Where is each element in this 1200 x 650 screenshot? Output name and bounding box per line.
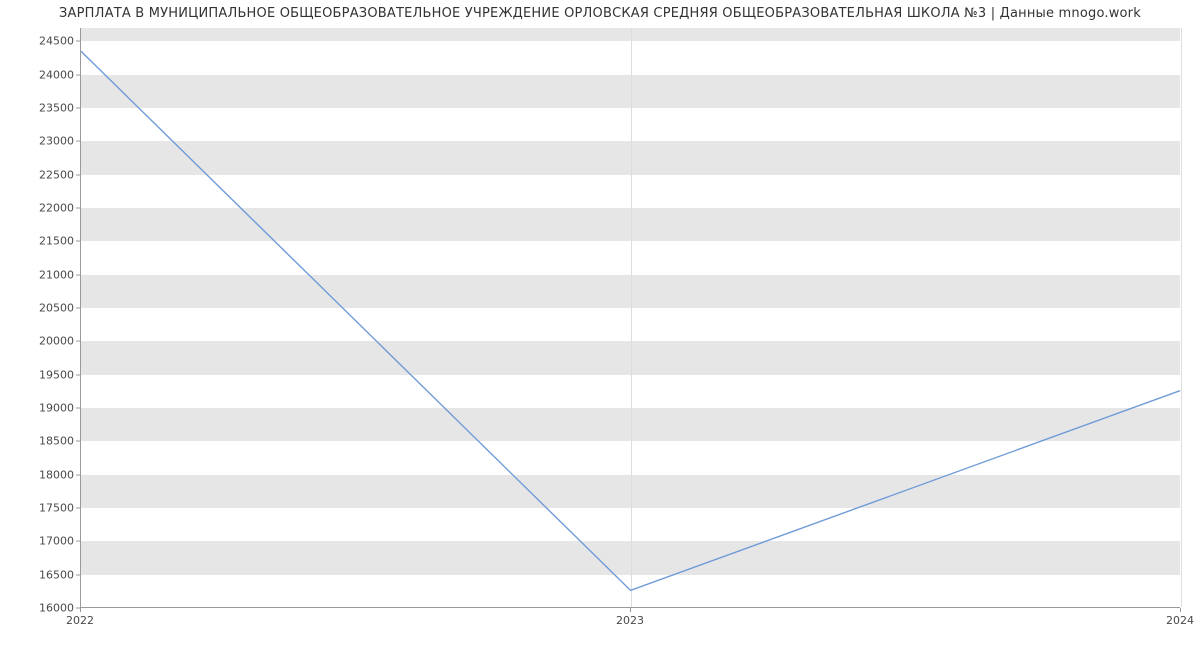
y-tick-label: 16000 [14, 602, 74, 615]
x-tick-mark [630, 608, 631, 612]
x-tick-label: 2024 [1166, 614, 1194, 627]
y-tick-mark [76, 508, 80, 509]
y-tick-mark [76, 574, 80, 575]
y-tick-label: 24500 [14, 35, 74, 48]
y-tick-mark [76, 441, 80, 442]
y-tick-label: 22000 [14, 202, 74, 215]
chart-title: ЗАРПЛАТА В МУНИЦИПАЛЬНОЕ ОБЩЕОБРАЗОВАТЕЛ… [0, 6, 1200, 21]
y-tick-mark [76, 341, 80, 342]
y-tick-label: 21000 [14, 268, 74, 281]
line-series [81, 28, 1180, 607]
y-tick-label: 17000 [14, 535, 74, 548]
y-tick-mark [76, 408, 80, 409]
y-tick-label: 18000 [14, 468, 74, 481]
y-tick-label: 19500 [14, 368, 74, 381]
y-tick-label: 21500 [14, 235, 74, 248]
y-tick-mark [76, 208, 80, 209]
chart-container: ЗАРПЛАТА В МУНИЦИПАЛЬНОЕ ОБЩЕОБРАЗОВАТЕЛ… [0, 0, 1200, 650]
y-tick-mark [76, 474, 80, 475]
x-tick-label: 2022 [66, 614, 94, 627]
y-tick-label: 20000 [14, 335, 74, 348]
y-tick-mark [76, 374, 80, 375]
plot-area [80, 28, 1180, 608]
y-tick-mark [76, 141, 80, 142]
y-tick-mark [76, 74, 80, 75]
y-tick-mark [76, 541, 80, 542]
x-tick-mark [1180, 608, 1181, 612]
y-tick-label: 24000 [14, 68, 74, 81]
y-tick-label: 18500 [14, 435, 74, 448]
y-tick-label: 19000 [14, 402, 74, 415]
y-tick-label: 22500 [14, 168, 74, 181]
x-tick-label: 2023 [616, 614, 644, 627]
y-tick-label: 16500 [14, 568, 74, 581]
y-tick-mark [76, 308, 80, 309]
y-tick-label: 23500 [14, 102, 74, 115]
y-tick-mark [76, 241, 80, 242]
y-tick-mark [76, 174, 80, 175]
y-tick-mark [76, 41, 80, 42]
y-tick-label: 17500 [14, 502, 74, 515]
series-line [81, 51, 1180, 590]
y-tick-mark [76, 274, 80, 275]
y-tick-mark [76, 108, 80, 109]
x-tick-mark [80, 608, 81, 612]
y-tick-label: 23000 [14, 135, 74, 148]
y-tick-label: 20500 [14, 302, 74, 315]
x-grid-line [1181, 28, 1182, 607]
